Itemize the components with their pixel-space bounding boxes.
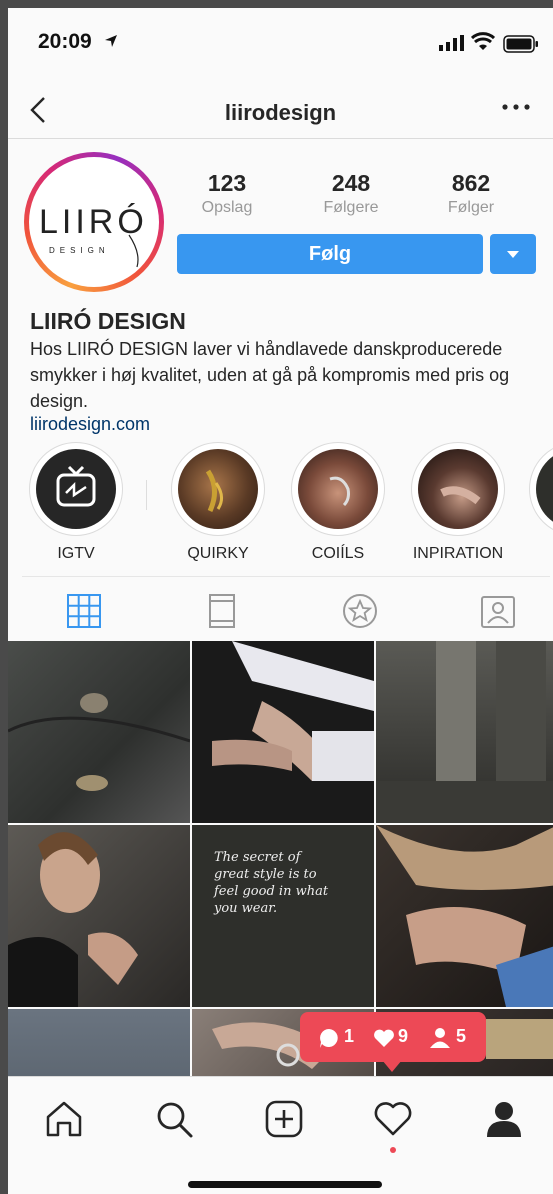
follow-button[interactable]: Følg bbox=[177, 234, 483, 274]
stat-posts[interactable]: 123 Opslag bbox=[172, 170, 282, 217]
profile-bio: Hos LIIRÓ DESIGN laver vi håndlavede dan… bbox=[30, 339, 510, 411]
feed-view-icon[interactable] bbox=[204, 593, 240, 629]
activity-heart-icon[interactable] bbox=[373, 1099, 413, 1139]
activity-notification-bubble[interactable]: 1 9 5 bbox=[300, 1012, 486, 1072]
highlight-igtv[interactable]: IGTV bbox=[28, 442, 124, 563]
suggestions-dropdown-button[interactable] bbox=[490, 234, 536, 274]
post-thumbnail[interactable] bbox=[376, 641, 553, 823]
profile-tabs bbox=[22, 576, 550, 641]
comment-icon bbox=[320, 1029, 338, 1048]
search-icon[interactable] bbox=[154, 1099, 194, 1139]
post-thumbnail[interactable] bbox=[8, 825, 190, 1007]
earring-photo bbox=[205, 469, 223, 513]
quote-text: The secret of great style is to feel goo… bbox=[214, 850, 329, 916]
phone-screen: 20:09 liirodesign LIIRÓ DESIGN 123 Opsla… bbox=[8, 8, 553, 1194]
profile-username: liirodesign bbox=[224, 100, 337, 125]
post-thumbnail[interactable] bbox=[192, 641, 374, 823]
status-time: 20:09 bbox=[38, 30, 92, 53]
highlight-quirky[interactable]: QUIRKY bbox=[170, 442, 266, 563]
new-post-icon[interactable] bbox=[264, 1099, 304, 1139]
heart-icon bbox=[374, 1029, 394, 1047]
profile-website-link[interactable]: liirodesign.com bbox=[30, 414, 150, 435]
wifi-icon bbox=[471, 32, 495, 50]
bottom-tab-bar bbox=[8, 1076, 553, 1194]
highlight-more[interactable] bbox=[528, 442, 553, 545]
star-icon[interactable] bbox=[342, 593, 378, 629]
more-options-icon[interactable] bbox=[501, 102, 531, 112]
post-thumbnail-quote[interactable]: The secret of great style is to feel goo… bbox=[192, 825, 374, 1007]
stat-following[interactable]: 862 Følger bbox=[416, 170, 526, 217]
post-thumbnail[interactable] bbox=[8, 641, 190, 823]
signal-icon bbox=[439, 35, 464, 51]
home-icon[interactable] bbox=[44, 1099, 84, 1139]
brand-logo: LIIRÓ DESIGN bbox=[39, 203, 148, 268]
hands-photo bbox=[440, 486, 481, 505]
logo-sub: DESIGN bbox=[49, 246, 110, 255]
profile-display-name: LIIRÓ DESIGN bbox=[30, 308, 186, 334]
post-thumbnail[interactable] bbox=[376, 825, 553, 1007]
like-count: 9 bbox=[398, 1026, 409, 1046]
activity-indicator-dot bbox=[390, 1147, 396, 1153]
tagged-user-icon[interactable] bbox=[480, 593, 516, 629]
top-nav: liirodesign bbox=[8, 80, 553, 139]
location-arrow-icon bbox=[105, 35, 117, 47]
logo-text: LIIRÓ bbox=[39, 203, 148, 241]
grid-view-icon[interactable] bbox=[66, 593, 102, 629]
highlight-inspiration[interactable]: INPIRATION bbox=[410, 442, 506, 563]
profile-icon[interactable] bbox=[484, 1099, 524, 1139]
ring-hand-photo bbox=[329, 476, 350, 507]
stat-followers[interactable]: 248 Følgere bbox=[296, 170, 406, 217]
status-bar: 20:09 bbox=[8, 8, 553, 78]
profile-avatar[interactable]: LIIRÓ DESIGN bbox=[24, 152, 164, 292]
follower-count: 5 bbox=[456, 1026, 467, 1046]
battery-icon bbox=[503, 35, 538, 53]
igtv-icon bbox=[56, 465, 96, 507]
highlight-coils[interactable]: COIÍLS bbox=[290, 442, 386, 563]
comment-count: 1 bbox=[344, 1026, 355, 1046]
follower-icon bbox=[430, 1028, 450, 1048]
triangle-down-icon bbox=[507, 251, 519, 258]
home-indicator bbox=[188, 1181, 382, 1188]
highlight-divider bbox=[146, 480, 147, 510]
